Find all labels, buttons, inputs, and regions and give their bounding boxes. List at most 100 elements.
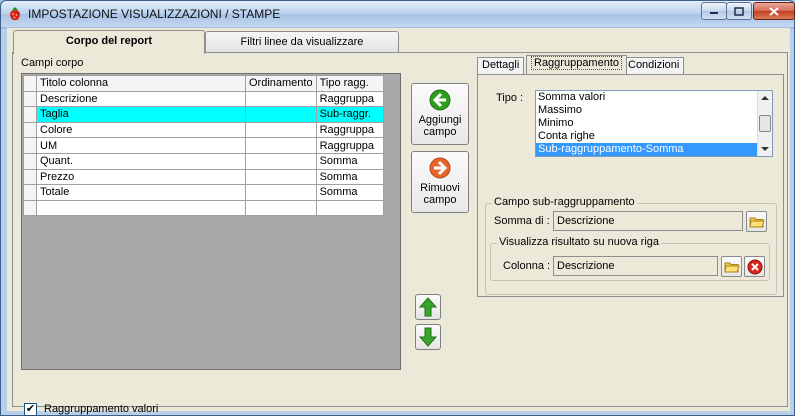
tab-dettagli[interactable]: Dettagli [477,57,525,74]
arrow-right-circle-icon [429,157,451,179]
cell-ordinamento[interactable] [245,168,317,186]
tipo-label: Tipo : [496,92,524,104]
list-item[interactable]: Conta righe [536,130,758,143]
scroll-thumb[interactable] [759,115,771,132]
cell-titolo[interactable]: UM [36,137,246,154]
cell-titolo[interactable]: Prezzo [36,168,246,186]
strawberry-icon [10,7,20,21]
cell-titolo[interactable]: Colore [36,121,246,139]
group-title: Visualizza risultato su nuova riga [497,236,661,248]
cell-tipo[interactable]: Sub-raggr. [315,106,384,123]
table-row[interactable]: Quant. Somma [23,152,384,170]
cell-titolo[interactable] [36,199,246,217]
cell-titolo[interactable]: Totale [36,184,246,201]
row-header[interactable] [23,90,37,108]
row-header[interactable] [23,152,37,170]
move-up-button[interactable] [415,294,441,320]
cell-tipo[interactable]: Somma [315,168,384,186]
move-down-button[interactable] [415,324,441,350]
somma-di-field[interactable]: Descrizione [553,211,743,231]
tab-panel: Campi corpo Titolo colonna Ordinamento T… [12,52,788,416]
list-item[interactable]: Massimo [536,104,758,117]
tab-filtri-linee[interactable]: Filtri linee da visualizzare [205,31,399,53]
list-item[interactable]: Somma valori [536,91,758,104]
column-header-ordinamento[interactable]: Ordinamento [245,75,317,92]
delete-icon [747,259,762,274]
client-area: Corpo del report Filtri linee da visuali… [7,28,790,416]
cell-tipo[interactable]: Somma [315,184,384,201]
raggruppamento-valori-checkbox[interactable]: ✔ [24,403,37,416]
row-header[interactable] [23,106,37,123]
row-header[interactable] [23,199,37,217]
window: IMPOSTAZIONE VISUALIZZAZIONI / STAMPE Co… [0,0,795,416]
row-header[interactable] [23,184,37,201]
fields-grid[interactable]: Titolo colonna Ordinamento Tipo ragg. De… [21,73,401,370]
minimize-button[interactable] [701,2,727,20]
table-row[interactable]: Totale Somma [23,184,384,201]
list-item[interactable]: Minimo [536,117,758,130]
list-item-selected[interactable]: Sub-raggruppamento-Somma [536,143,758,156]
close-icon [769,6,779,16]
table-row-selected[interactable]: Taglia Sub-raggr. [23,106,384,123]
cell-ordinamento[interactable] [245,106,317,123]
scroll-up-icon [761,96,769,100]
colonna-browse-button[interactable] [721,256,742,277]
scroll-down-icon [761,147,769,151]
folder-icon [748,217,765,227]
cell-ordinamento[interactable] [245,184,317,201]
window-title: IMPOSTAZIONE VISUALIZZAZIONI / STAMPE [28,7,281,21]
folder-icon [723,262,740,272]
maximize-button[interactable] [726,2,752,20]
row-header[interactable] [23,137,37,154]
table-row[interactable]: Colore Raggruppa [23,121,384,139]
group-title: Campo sub-raggruppamento [492,196,637,208]
arrow-down-icon [419,327,437,347]
listbox-scrollbar[interactable] [757,91,772,156]
colonna-field[interactable]: Descrizione [553,256,718,276]
cell-tipo[interactable] [315,199,384,217]
cell-tipo[interactable]: Raggruppa [315,90,384,108]
table-header-row: Titolo colonna Ordinamento Tipo ragg. [23,75,384,92]
cell-ordinamento[interactable] [245,152,317,170]
cell-titolo[interactable]: Quant. [36,152,246,170]
table-row-new[interactable] [23,199,384,217]
tab-condizioni[interactable]: Condizioni [623,57,685,74]
close-button[interactable] [753,2,795,20]
colonna-clear-button[interactable] [744,256,765,277]
tab-label: Raggruppamento [531,56,623,70]
aggiungi-campo-button[interactable]: Aggiungi campo [411,83,469,145]
cell-tipo[interactable]: Raggruppa [315,121,384,139]
rimuovi-campo-button[interactable]: Rimuovi campo [411,151,469,213]
row-header[interactable] [23,168,37,186]
column-header-tipo[interactable]: Tipo ragg. [315,75,384,92]
tab-corpo-del-report[interactable]: Corpo del report [13,30,205,54]
cell-ordinamento[interactable] [245,199,317,217]
maximize-icon [734,6,744,16]
cell-tipo[interactable]: Raggruppa [315,137,384,154]
minimize-icon [710,12,718,14]
cell-titolo[interactable]: Descrizione [36,90,246,108]
title-bar[interactable]: IMPOSTAZIONE VISUALIZZAZIONI / STAMPE [1,1,795,27]
table-row[interactable]: UM Raggruppa [23,137,384,154]
cell-ordinamento[interactable] [245,90,317,108]
cell-titolo[interactable]: Taglia [36,106,246,123]
column-header-titolo[interactable]: Titolo colonna [36,75,246,92]
table-row[interactable]: Prezzo Somma [23,168,384,186]
cell-ordinamento[interactable] [245,137,317,154]
cell-ordinamento[interactable] [245,121,317,139]
rimuovi-line1: Rimuovi [420,182,460,194]
somma-browse-button[interactable] [746,211,767,232]
somma-di-label: Somma di : [494,215,550,227]
table-row[interactable]: Descrizione Raggruppa [23,90,384,108]
row-header[interactable] [23,121,37,139]
tab-raggruppamento[interactable]: Raggruppamento [526,55,628,74]
cell-tipo[interactable]: Somma [315,152,384,170]
tab-label: Corpo del report [65,35,153,47]
row-header-corner [23,75,37,92]
raggruppamento-valori-label: Raggruppamento valori [44,403,159,415]
tab-label: Condizioni [628,59,680,71]
campi-corpo-label: Campi corpo [21,57,84,69]
tipo-listbox[interactable]: Somma valori Massimo Minimo Conta righe … [535,90,773,157]
arrow-up-icon [419,297,437,317]
aggiungi-line2: campo [423,126,457,138]
